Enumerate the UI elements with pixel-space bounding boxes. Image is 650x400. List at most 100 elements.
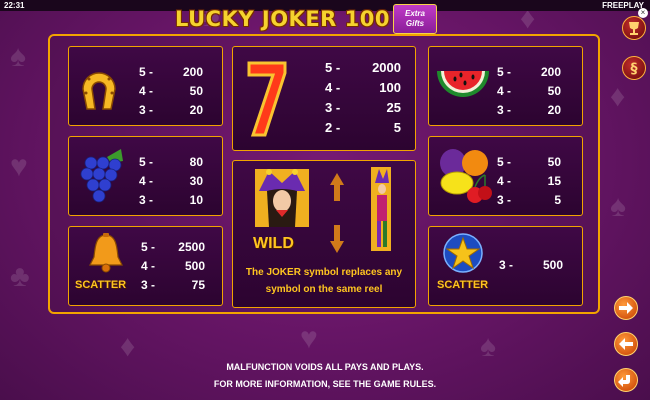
symbol-count: 5 - — [497, 64, 512, 79]
pay-row: 3 - 20 — [139, 100, 203, 119]
payout-value: 200 — [540, 64, 561, 79]
star-icon — [443, 233, 483, 273]
payout-value: 20 — [547, 102, 561, 117]
gift-badge: Extra Gifts — [393, 4, 437, 34]
symbol-count: 2 - — [325, 119, 341, 135]
pay-grapes: 5 - 80 4 - 30 3 - 10 — [139, 152, 203, 209]
rules-button[interactable]: § — [622, 56, 646, 80]
logo-title: LUCKY JOKER 100 — [175, 7, 390, 31]
pay-row: 4 - 30 — [139, 171, 203, 190]
payout-value: 2500 — [178, 239, 205, 254]
bell-icon — [89, 233, 123, 273]
payout-value: 5 — [554, 192, 561, 207]
pay-bell: 5 - 2500 4 - 500 3 - 75 — [141, 237, 205, 294]
panel-star: SCATTER 3 - 500 — [428, 226, 583, 306]
watermelon-icon — [437, 71, 489, 97]
panel-fruits: 5 - 50 4 - 15 3 - 5 — [428, 136, 583, 216]
pay-row: 5 - 200 — [139, 62, 203, 81]
symbol-count: 3 - — [325, 99, 341, 115]
pay-row: 5 - 2500 — [141, 237, 205, 256]
badge-line-2: Gifts — [405, 19, 425, 28]
pay-fruits: 5 - 50 4 - 15 3 - 5 — [497, 152, 561, 209]
payout-value: 10 — [189, 192, 203, 207]
pay-seven: 5 - 2000 4 - 100 3 - 25 2 - 5 — [325, 57, 401, 137]
payout-value: 5 — [393, 119, 401, 135]
symbol-count: 4 - — [497, 83, 512, 98]
pay-row: 5 - 50 — [497, 152, 561, 171]
symbol-count: 3 - — [139, 192, 154, 207]
payout-value: 50 — [547, 83, 561, 98]
next-page-button[interactable] — [614, 296, 638, 320]
trophy-button[interactable] — [622, 16, 646, 40]
grapes-icon — [80, 149, 123, 203]
symbol-count: 4 - — [141, 258, 156, 273]
symbol-count: 3 - — [139, 102, 154, 117]
game-logo: LUCKY JOKER 100 Extra Gifts — [175, 4, 437, 34]
wild-reel-icon — [371, 167, 391, 251]
footer-line-1: MALFUNCTION VOIDS ALL PAYS AND PLAYS. — [226, 362, 424, 372]
arrow-right-icon — [619, 302, 633, 314]
panel-bell: SCATTER 5 - 2500 4 - 500 3 - 75 — [68, 226, 223, 306]
pay-row: 3 - 20 — [497, 100, 561, 119]
payout-value: 50 — [547, 154, 561, 169]
pay-row: 3 - 10 — [139, 190, 203, 209]
panel-seven: 5 - 2000 4 - 100 3 - 25 2 - 5 — [232, 46, 416, 151]
symbol-count: 4 - — [139, 173, 154, 188]
payout-value: 2000 — [372, 59, 401, 75]
panel-wild: WILD The JOKER symbol replaces any symbo… — [232, 160, 416, 308]
symbol-count: 5 - — [497, 154, 512, 169]
clock-text: 22:31 — [4, 1, 25, 10]
payout-value: 25 — [386, 99, 401, 115]
arrow-left-icon — [619, 338, 633, 350]
symbol-count: 4 - — [497, 173, 512, 188]
payout-value: 30 — [189, 173, 203, 188]
trophy-icon — [629, 22, 639, 35]
arrows-icon — [330, 173, 344, 253]
pay-row: 2 - 5 — [325, 117, 401, 137]
pay-row: 3 - 75 — [141, 275, 205, 294]
symbol-count: 4 - — [139, 83, 154, 98]
bell-scatter-label: SCATTER — [75, 279, 127, 291]
panel-watermelon: 5 - 200 4 - 50 3 - 20 — [428, 46, 583, 126]
pay-row: 3 - 5 — [497, 190, 561, 209]
wild-description: The JOKER symbol replaces any symbol on … — [233, 264, 415, 298]
close-icon[interactable]: × — [638, 8, 648, 18]
payout-value: 500 — [184, 258, 205, 273]
paytable-board: 5 - 200 4 - 50 3 - 20 5 - 2000 4 - 100 3 - 25 … — [48, 34, 600, 314]
symbol-count: 5 - — [139, 64, 154, 79]
footer-line-2: FOR MORE INFORMATION, SEE THE GAME RULES… — [213, 379, 437, 389]
payout-value: 200 — [182, 64, 203, 79]
symbol-count: 3 - — [497, 102, 512, 117]
mode-label: FREEPLAY — [602, 1, 644, 10]
pay-row: 5 - 200 — [497, 62, 561, 81]
prev-page-button[interactable] — [614, 332, 638, 356]
joker-icon — [255, 169, 309, 227]
panel-grapes: 5 - 80 4 - 30 3 - 10 — [68, 136, 223, 216]
pay-horseshoe: 5 - 200 4 - 50 3 - 20 — [139, 62, 203, 119]
pay-row: 5 - 80 — [139, 152, 203, 171]
symbol-count: 5 - — [139, 154, 154, 169]
symbol-count: 5 - — [325, 59, 341, 75]
return-button[interactable] — [614, 368, 638, 392]
symbol-count: 3 - — [141, 277, 156, 292]
seven-icon — [247, 61, 287, 137]
wild-description-line-1: The JOKER symbol replaces any — [245, 267, 403, 278]
payout-value: 500 — [542, 257, 563, 272]
star-scatter-label: SCATTER — [437, 279, 489, 291]
pay-row: 4 - 15 — [497, 171, 561, 190]
symbol-count: 4 - — [325, 79, 341, 95]
payout-value: 75 — [191, 277, 205, 292]
pay-row: 3 - 25 — [325, 97, 401, 117]
wild-description-line-2: symbol on the same reel — [265, 284, 383, 295]
payout-value: 15 — [547, 173, 561, 188]
horseshoe-icon — [82, 72, 116, 110]
payout-value: 20 — [189, 102, 203, 117]
section-icon: § — [631, 61, 638, 77]
svg-text:§: § — [631, 61, 638, 77]
pay-row: 4 - 100 — [325, 77, 401, 97]
pay-row: 4 - 50 — [497, 81, 561, 100]
fruits-icon — [440, 149, 492, 203]
payout-value: 50 — [189, 83, 203, 98]
symbol-count: 3 - — [497, 192, 512, 207]
return-icon — [618, 375, 630, 387]
